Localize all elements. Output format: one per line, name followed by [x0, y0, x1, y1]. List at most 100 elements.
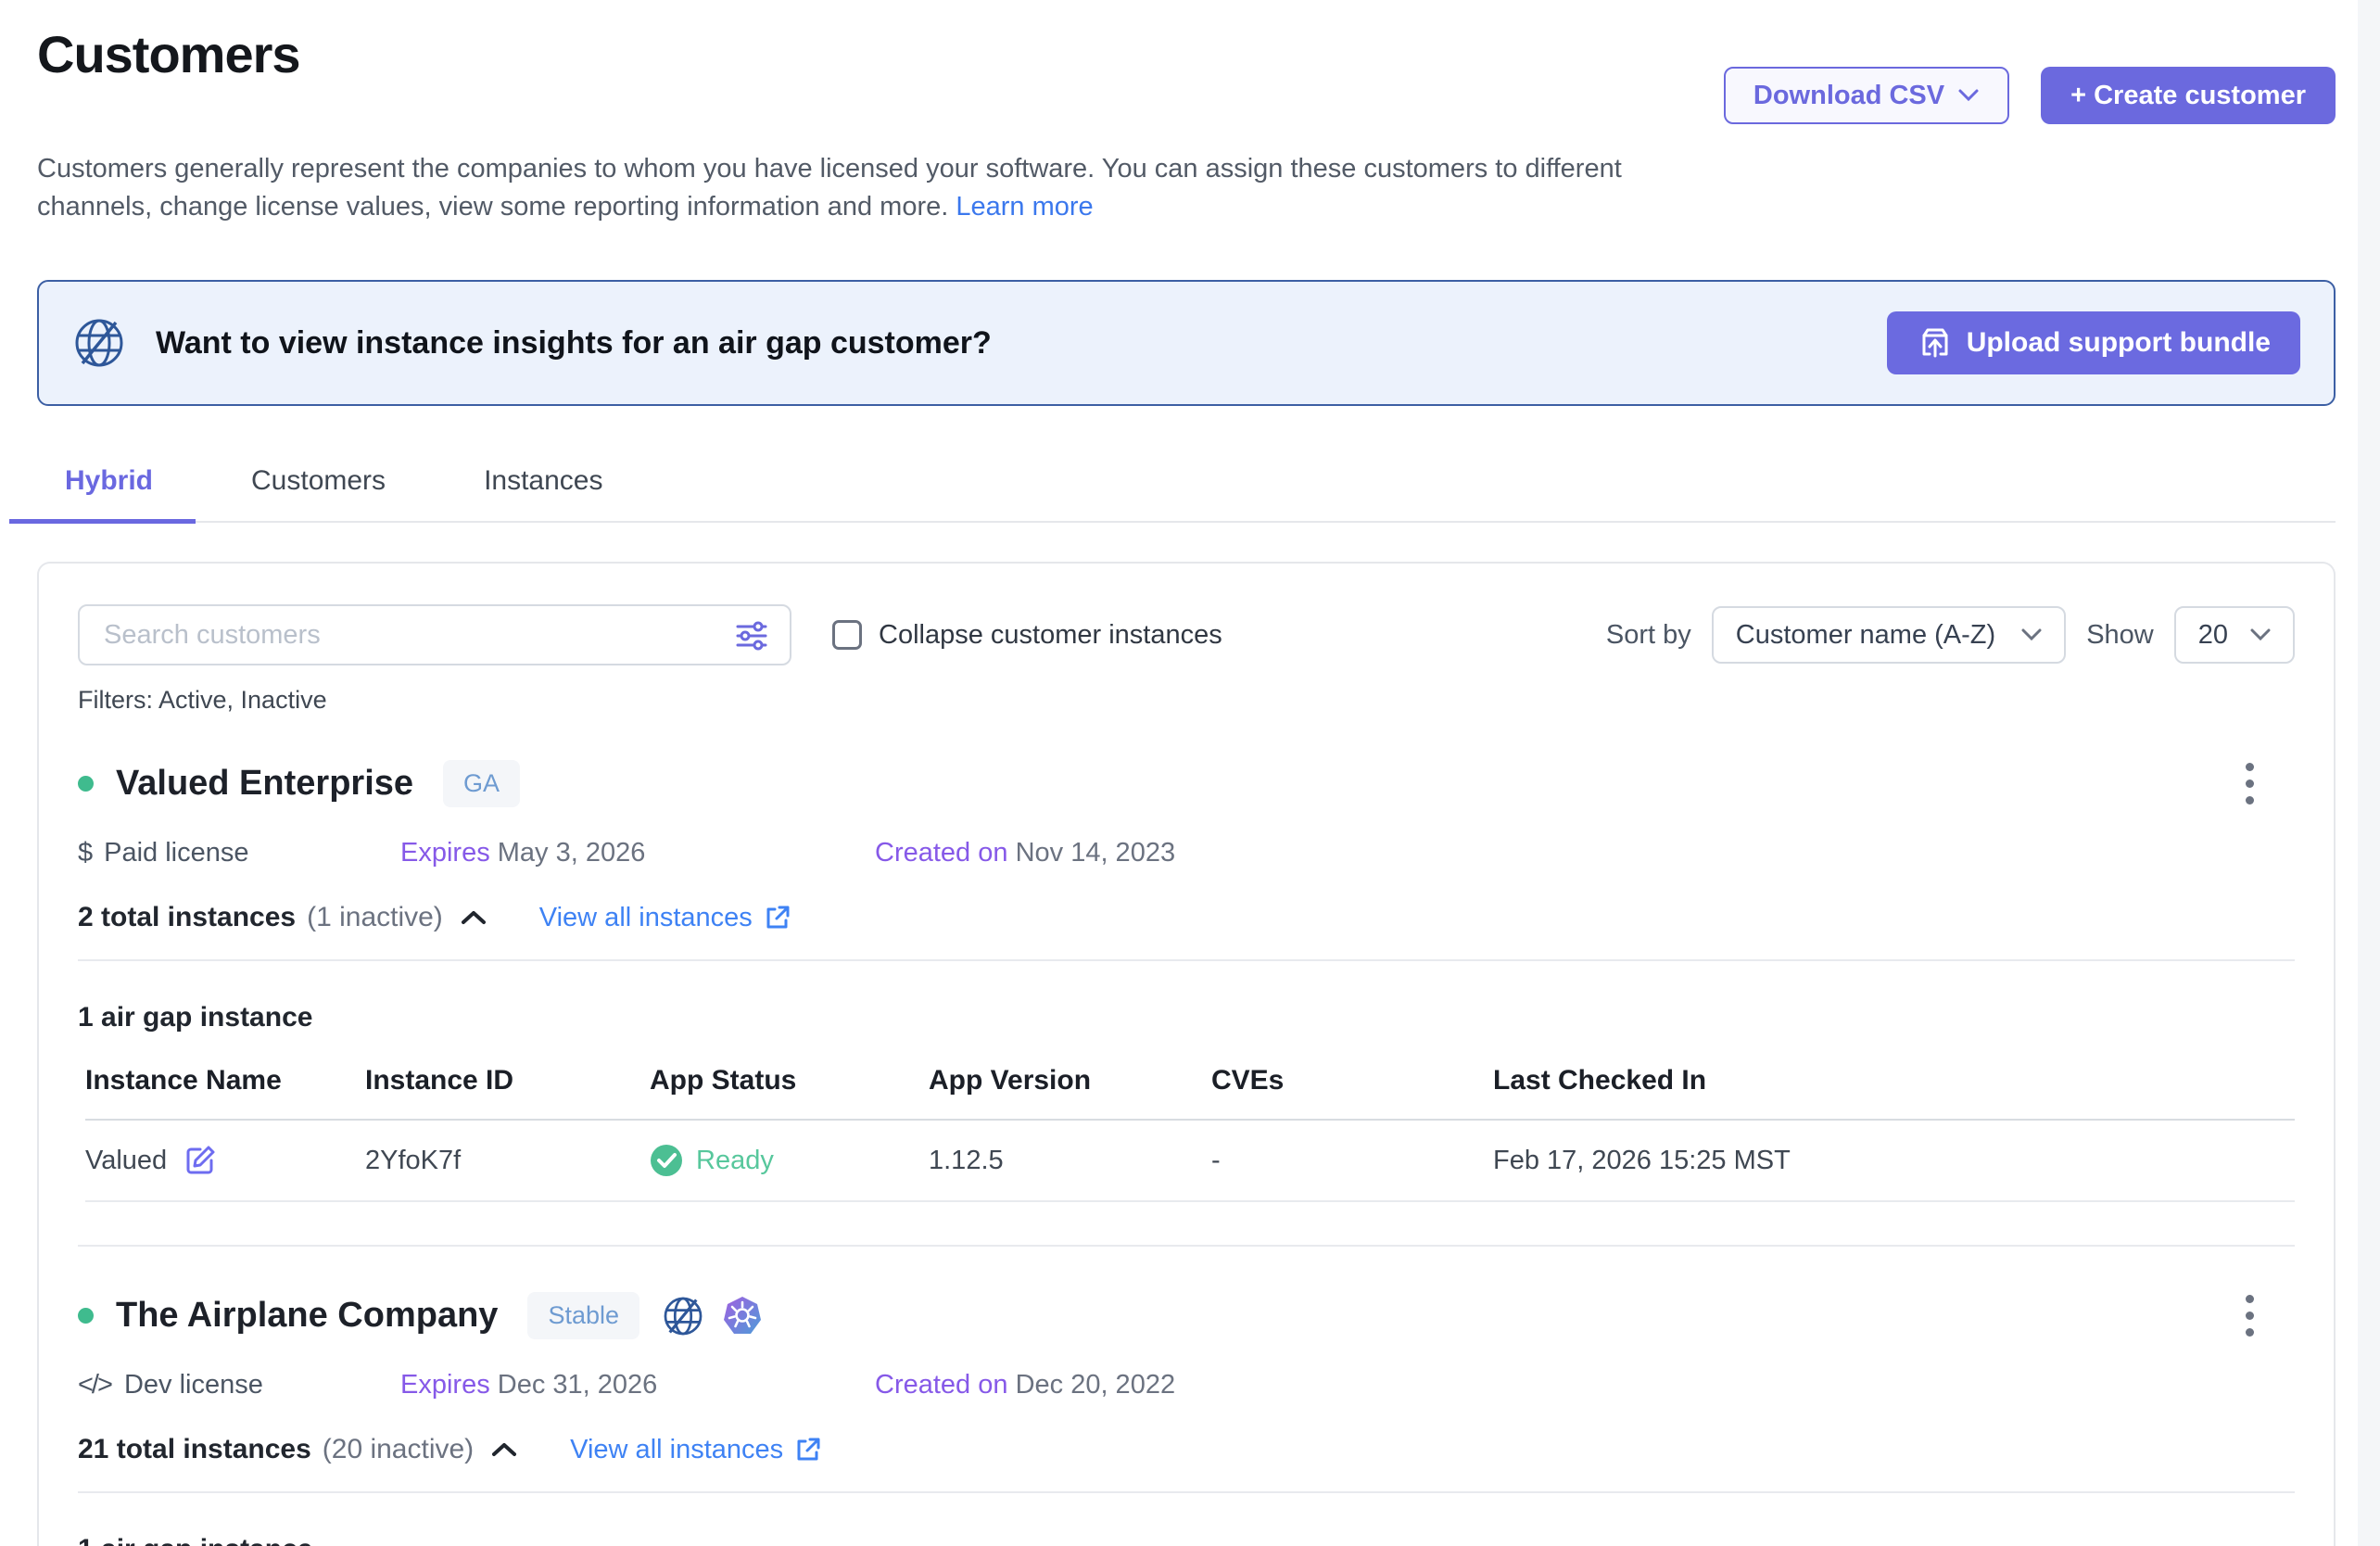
paid-license-icon: $: [78, 838, 91, 868]
create-customer-button[interactable]: + Create customer: [2041, 67, 2336, 124]
col-app-version: App Version: [929, 1065, 1211, 1119]
license-type: </> Dev license: [78, 1370, 400, 1400]
cves-cell: -: [1211, 1146, 1493, 1176]
created-on-label: Created on: [875, 838, 1008, 868]
show-select[interactable]: 20: [2174, 606, 2295, 664]
collapse-instances-label: Collapse customer instances: [879, 620, 1222, 651]
created-on-value: Dec 20, 2022: [1016, 1370, 1176, 1400]
expires-value: Dec 31, 2026: [498, 1370, 658, 1400]
created-on-value: Nov 14, 2023: [1016, 838, 1176, 868]
sort-by-value: Customer name (A-Z): [1736, 620, 1995, 651]
chevron-down-icon: [1957, 88, 1980, 103]
app-status-cell: Ready: [650, 1144, 929, 1177]
app-version-cell: 1.12.5: [929, 1146, 1211, 1176]
last-checked-in-cell: Feb 17, 2026 15:25 MST: [1493, 1146, 2295, 1176]
tab-bar: Hybrid Customers Instances: [37, 465, 2336, 523]
create-customer-label: + Create customer: [2070, 81, 2306, 111]
active-status-dot: [78, 1308, 94, 1324]
instance-name: Valued: [85, 1146, 167, 1176]
customer-header: The Airplane Company Stable: [78, 1289, 2295, 1342]
instances-table-header: Instance Name Instance ID App Status App…: [85, 1065, 2295, 1121]
total-instances-text: 2 total instances: [78, 902, 296, 933]
airgap-globe-icon: [72, 316, 126, 370]
instances-summary-row: 21 total instances (20 inactive) View al…: [78, 1434, 2295, 1465]
customer-capability-icons: [662, 1295, 764, 1337]
upload-support-bundle-button[interactable]: Upload support bundle: [1887, 311, 2300, 374]
page-header: Customers Download CSV + Create customer: [37, 24, 2358, 124]
col-instance-name: Instance Name: [85, 1065, 365, 1119]
upload-bundle-label: Upload support bundle: [1967, 327, 2271, 359]
instances-summary-row: 2 total instances (1 inactive) View all …: [78, 902, 2295, 933]
airgap-instances-heading: 1 air gap instance: [78, 1002, 2295, 1033]
collapse-instances-checkbox[interactable]: [832, 620, 862, 650]
instances-table-body: Valued 2YfoK7f Ready 1.12.5: [85, 1121, 2295, 1202]
col-app-status: App Status: [650, 1065, 929, 1119]
expires-label: Expires: [400, 838, 490, 868]
download-csv-button[interactable]: Download CSV: [1724, 67, 2009, 124]
page-title: Customers: [37, 24, 300, 84]
active-status-dot: [78, 776, 94, 792]
filter-sliders-icon[interactable]: [734, 618, 769, 653]
inactive-instances-text: (20 inactive): [323, 1434, 474, 1465]
created-pair: Created on Dec 20, 2022: [875, 1370, 1349, 1400]
sort-by-label: Sort by: [1606, 620, 1691, 651]
tab-hybrid[interactable]: Hybrid: [37, 465, 181, 521]
collapse-instances-checkbox-wrap[interactable]: Collapse customer instances: [832, 620, 1222, 651]
external-link-icon: [764, 904, 791, 931]
created-on-label: Created on: [875, 1370, 1008, 1400]
airgap-banner: Want to view instance insights for an ai…: [37, 280, 2336, 406]
sort-by-select[interactable]: Customer name (A-Z): [1712, 606, 2066, 664]
page-description-text: Customers generally represent the compan…: [37, 154, 1622, 222]
customer-card-valued-enterprise: Valued Enterprise GA $ Paid license Expi…: [78, 715, 2295, 1247]
tab-customers[interactable]: Customers: [223, 465, 413, 521]
divider: [78, 959, 2295, 961]
col-cves: CVEs: [1211, 1065, 1493, 1119]
customer-name[interactable]: The Airplane Company: [116, 1296, 498, 1336]
airgap-globe-icon: [662, 1295, 704, 1337]
customers-card: Collapse customer instances Sort by Cust…: [37, 562, 2336, 1546]
customer-name[interactable]: Valued Enterprise: [116, 764, 413, 804]
channel-badge: GA: [443, 760, 520, 807]
sort-controls: Sort by Customer name (A-Z) Show 20: [1606, 606, 2295, 664]
kubernetes-icon: [721, 1295, 764, 1337]
search-input[interactable]: [78, 604, 791, 665]
airgap-instances-heading: 1 air gap instance: [78, 1534, 2295, 1546]
customer-card-airplane-company: The Airplane Company Stable: [78, 1247, 2295, 1546]
chevron-up-icon[interactable]: [460, 908, 487, 927]
customers-page: Customers Download CSV + Create customer…: [0, 0, 2358, 1546]
channel-badge: Stable: [527, 1292, 639, 1339]
divider: [78, 1491, 2295, 1493]
view-all-instances-link[interactable]: View all instances: [539, 903, 791, 933]
controls-row: Collapse customer instances Sort by Cust…: [78, 604, 2295, 665]
view-all-instances-label: View all instances: [570, 1435, 783, 1465]
page-description: Customers generally represent the compan…: [37, 150, 1705, 226]
upload-bundle-icon: [1917, 324, 1954, 361]
customer-kebab-menu[interactable]: [2240, 757, 2260, 810]
expires-label: Expires: [400, 1370, 490, 1400]
instance-id-cell: 2YfoK7f: [365, 1146, 650, 1176]
view-all-instances-label: View all instances: [539, 903, 753, 933]
airgap-banner-title: Want to view instance insights for an ai…: [156, 325, 992, 361]
chevron-down-icon: [2021, 628, 2042, 641]
edit-icon[interactable]: [184, 1144, 217, 1177]
license-type-label: Dev license: [124, 1370, 263, 1400]
app-status-text: Ready: [696, 1146, 774, 1176]
dev-license-icon: </>: [78, 1370, 111, 1400]
customer-header: Valued Enterprise GA: [78, 757, 2295, 810]
customer-kebab-menu[interactable]: [2240, 1289, 2260, 1342]
chevron-down-icon: [2250, 628, 2271, 641]
show-label: Show: [2086, 620, 2154, 651]
expires-pair: Expires Dec 31, 2026: [400, 1370, 875, 1400]
expires-value: May 3, 2026: [498, 838, 646, 868]
col-instance-id: Instance ID: [365, 1065, 650, 1119]
inactive-instances-text: (1 inactive): [307, 902, 443, 933]
view-all-instances-link[interactable]: View all instances: [570, 1435, 822, 1465]
tab-instances[interactable]: Instances: [456, 465, 630, 521]
total-instances-text: 21 total instances: [78, 1434, 311, 1465]
learn-more-link[interactable]: Learn more: [956, 192, 1093, 222]
chevron-up-icon[interactable]: [490, 1440, 518, 1459]
customer-meta-row: $ Paid license Expires May 3, 2026 Creat…: [78, 838, 2295, 868]
customer-meta-row: </> Dev license Expires Dec 31, 2026 Cre…: [78, 1370, 2295, 1400]
show-value: 20: [2198, 620, 2228, 651]
license-type: $ Paid license: [78, 838, 400, 868]
